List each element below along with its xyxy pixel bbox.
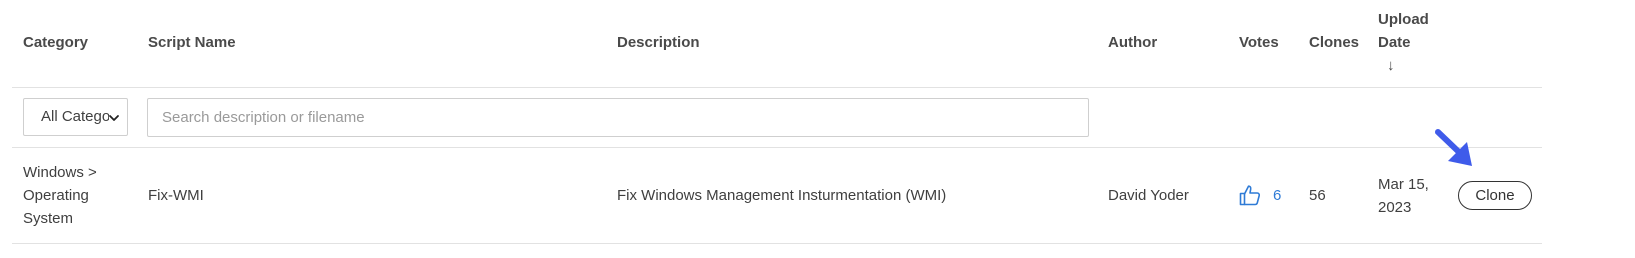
filter-row-divider <box>12 147 1542 148</box>
sort-descending-icon: ↓ <box>1387 57 1395 74</box>
row-divider <box>12 243 1542 244</box>
scripts-table: Category Script Name Description Author … <box>12 0 1542 258</box>
row-category: Windows > Operating System <box>23 161 97 230</box>
column-header-upload-date[interactable]: Upload Date ↓ <box>1378 8 1429 77</box>
column-header-author[interactable]: Author <box>1108 31 1157 54</box>
search-input[interactable] <box>147 98 1089 137</box>
row-author: David Yoder <box>1108 187 1189 204</box>
clone-button[interactable]: Clone <box>1458 181 1532 210</box>
column-header-script-name[interactable]: Script Name <box>148 31 236 54</box>
vote-button[interactable]: 6 <box>1238 182 1281 208</box>
row-upload-date-line1: Mar 15, <box>1378 176 1429 193</box>
vote-count: 6 <box>1273 186 1282 204</box>
row-upload-date-line2: 2023 <box>1378 199 1412 216</box>
row-category-line3: System <box>23 210 74 227</box>
upload-date-header-line1: Upload <box>1378 11 1429 28</box>
arrow-pointer-icon <box>1435 129 1472 166</box>
upload-date-header-line2: Date <box>1378 34 1411 51</box>
row-upload-date: Mar 15, 2023 <box>1378 173 1429 219</box>
column-header-category[interactable]: Category <box>23 31 88 54</box>
row-description: Fix Windows Management Insturmentation (… <box>617 187 947 204</box>
row-category-line2: Operating <box>23 187 89 204</box>
column-header-votes[interactable]: Votes <box>1239 31 1279 54</box>
row-category-line1: Windows > <box>23 164 97 181</box>
category-filter-select[interactable]: All Categories <box>23 98 128 136</box>
column-header-description[interactable]: Description <box>617 31 700 54</box>
row-clones: 56 <box>1309 187 1326 204</box>
thumbs-up-icon <box>1239 185 1261 206</box>
column-header-clones[interactable]: Clones <box>1309 31 1359 54</box>
chevron-down-icon <box>109 115 119 121</box>
category-filter-value: All Categories <box>41 108 109 125</box>
header-divider <box>12 87 1542 88</box>
row-script-name[interactable]: Fix-WMI <box>148 184 204 207</box>
